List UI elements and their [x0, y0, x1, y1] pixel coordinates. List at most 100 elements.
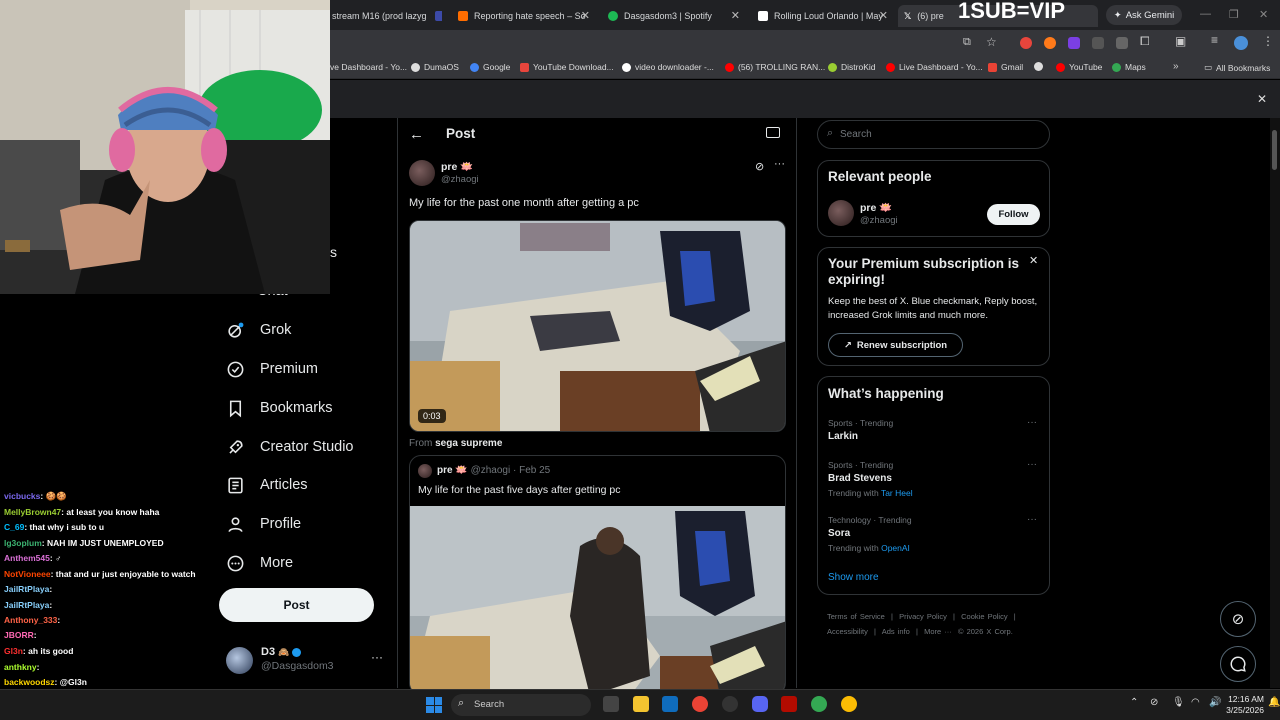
bookmark-item[interactable]: (56) TROLLING RAN... [725, 62, 825, 72]
all-bookmarks[interactable]: ▭ All Bookmarks [1204, 62, 1270, 73]
grok-icon[interactable]: ⊘ [755, 160, 764, 173]
grok-float-icon[interactable]: ⊘ [1220, 601, 1256, 637]
volume-icon[interactable]: 🔊 [1209, 697, 1221, 708]
show-more-link[interactable]: Show more [828, 572, 879, 583]
sidepanel-icon[interactable]: ▣ [1175, 34, 1186, 48]
bookmark-item[interactable]: YouTube Download... [520, 62, 614, 72]
chat-username[interactable]: lg3oplum [4, 538, 42, 548]
chat-username[interactable]: JailRtPlaya [4, 600, 49, 610]
tab-spotify[interactable]: Dasgasdom3 | Spotify ✕ [604, 5, 744, 27]
obs-icon[interactable] [722, 696, 738, 712]
bookmark-item[interactable] [1034, 62, 1047, 71]
chat-username[interactable]: Anthony_333 [4, 615, 57, 625]
avatar[interactable] [828, 200, 854, 226]
profile-avatar-icon[interactable] [1234, 36, 1248, 50]
sidebar-item-articles[interactable]: Articles [226, 470, 308, 500]
bookmark-item[interactable]: DistroKid [828, 62, 875, 72]
sidebar-item-more[interactable]: More [226, 548, 293, 578]
extension-icon[interactable] [1020, 37, 1032, 49]
chrome-icon[interactable] [841, 696, 857, 712]
tab-reporting[interactable]: Reporting hate speech – So ✕ [454, 5, 594, 27]
tweet-author-handle[interactable]: @zhaogi [441, 174, 479, 185]
taskbar-clock[interactable]: 12:16 AM 3/25/2026 [1224, 694, 1264, 716]
sidebar-item-creator-studio[interactable]: Creator Studio [226, 432, 354, 462]
messages-icon[interactable] [1220, 646, 1256, 682]
tab-rolling-loud[interactable]: Rolling Loud Orlando | May ✕ [754, 5, 892, 27]
star-icon[interactable]: ☆ [986, 35, 997, 49]
extension-icon[interactable] [1092, 37, 1104, 49]
more-dots-icon[interactable]: ··· [1027, 459, 1037, 470]
more-dots-icon[interactable]: ··· [1027, 514, 1037, 525]
close-tab-icon[interactable]: ✕ [731, 9, 740, 22]
renew-subscription-button[interactable]: ↗ Renew subscription [828, 333, 963, 357]
bookmark-item[interactable]: video downloader -... [622, 62, 714, 72]
trend-item[interactable]: Technology · Trending Sora Trending with… [818, 510, 1049, 556]
reader-view-icon[interactable] [766, 127, 780, 138]
chat-username[interactable]: vicbucks [4, 491, 40, 501]
windows-start-icon[interactable] [426, 697, 442, 713]
discord-icon[interactable] [752, 696, 768, 712]
chrome-icon[interactable] [692, 696, 708, 712]
chat-username[interactable]: anthkny [4, 662, 37, 672]
more-dots-icon[interactable]: ··· [774, 158, 785, 170]
menu-lines-icon[interactable]: ≡ [1211, 33, 1218, 47]
avatar[interactable] [409, 160, 435, 186]
ask-gemini-button[interactable]: ✦ Ask Gemini [1106, 5, 1182, 25]
more-dots-icon[interactable]: ··· [371, 650, 383, 664]
store-icon[interactable] [662, 696, 678, 712]
close-icon[interactable]: ✕ [1257, 92, 1267, 106]
tweet-author-name[interactable]: pre 🪷 [441, 160, 473, 173]
bookmark-item[interactable]: Gmail [988, 62, 1023, 72]
follow-button[interactable]: Follow [987, 204, 1040, 225]
bookmark-item[interactable]: Google [470, 62, 510, 72]
post-button[interactable]: Post [219, 588, 374, 622]
sidebar-item-premium[interactable]: Premium [226, 354, 318, 384]
task-view-icon[interactable] [603, 696, 619, 712]
quoted-tweet[interactable]: pre 🪷 @zhaogi · Feb 25 My life for the p… [409, 455, 786, 695]
chat-username[interactable]: Anthem545 [4, 553, 50, 563]
chat-username[interactable]: MellyBrown47 [4, 507, 61, 517]
chevron-up-icon[interactable]: ⌃ [1130, 697, 1138, 708]
chat-username[interactable]: backwoodsz [4, 677, 55, 687]
tab-stream[interactable]: stream M16 (prod lazyg [332, 5, 442, 27]
chevron-right-icon[interactable]: » [1173, 61, 1179, 72]
wifi-icon[interactable]: ◠ [1191, 697, 1200, 708]
taskbar-search[interactable]: ⌕ Search [451, 694, 591, 716]
extension-icon[interactable] [1044, 37, 1056, 49]
more-dots-icon[interactable]: ··· [1027, 417, 1037, 428]
extension-icon[interactable] [1116, 37, 1128, 49]
acrobat-icon[interactable] [781, 696, 797, 712]
maximize-icon[interactable]: ❐ [1229, 8, 1239, 21]
chat-username[interactable]: NotVioneee [4, 569, 51, 579]
bookmark-item[interactable]: Maps [1112, 62, 1146, 72]
back-arrow-icon[interactable]: ← [409, 126, 424, 143]
close-window-icon[interactable]: ✕ [1259, 8, 1268, 21]
extension-icon[interactable] [1068, 37, 1080, 49]
chat-username[interactable]: JBORR [4, 630, 34, 640]
chat-username[interactable]: JailRtPlaya [4, 584, 49, 594]
trend-item[interactable]: Sports · Trending Larkin ··· [818, 413, 1049, 449]
puzzle-icon[interactable]: ⧠ [1140, 34, 1150, 49]
chat-username[interactable]: Gl3n [4, 646, 23, 656]
bookmark-item[interactable]: Live Dashboard - Yo... [886, 62, 983, 72]
microphone-icon[interactable]: 🎙 [1172, 697, 1185, 708]
bookmark-item[interactable]: ve Dashboard - Yo... [330, 62, 407, 72]
chrome-icon[interactable] [811, 696, 827, 712]
bookmark-item[interactable]: DumaOS [411, 62, 459, 72]
quoted-tweet-video[interactable] [410, 506, 785, 694]
kebab-menu-icon[interactable]: ⋮ [1262, 34, 1274, 48]
tweet-video[interactable]: 0:03 [409, 220, 786, 432]
notification-icon[interactable]: 🔔 [1268, 697, 1280, 708]
sidebar-item-bookmarks[interactable]: Bookmarks [226, 393, 333, 423]
close-tab-icon[interactable]: ✕ [879, 9, 888, 22]
search-input[interactable]: ⌕ Search [817, 120, 1050, 149]
sidebar-item-profile[interactable]: Profile [226, 509, 301, 539]
minimize-icon[interactable]: — [1200, 8, 1211, 20]
install-icon[interactable]: ⧉ [963, 36, 971, 49]
account-switcher[interactable]: D3 🙈 @Dasgasdom3 ··· [226, 645, 391, 677]
chat-username[interactable]: C_69 [4, 522, 24, 532]
bookmark-item[interactable]: YouTube [1056, 62, 1102, 72]
close-tab-icon[interactable]: ✕ [581, 9, 590, 22]
network-icon[interactable]: ⊘ [1150, 697, 1158, 708]
person-name[interactable]: pre 🪷 [860, 201, 892, 214]
